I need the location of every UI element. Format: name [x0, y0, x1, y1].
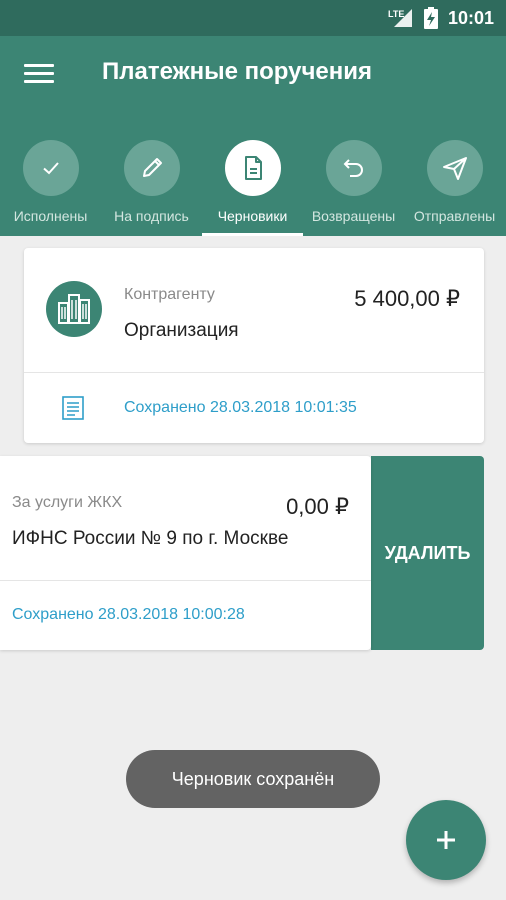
tab-returned[interactable]: Возвращены	[303, 132, 404, 236]
saved-timestamp: Сохранено 28.03.2018 10:01:35	[124, 399, 357, 416]
divider	[0, 580, 371, 581]
draft-card[interactable]: Контрагенту 5 400,00 ₽ Организация Сохра…	[24, 248, 484, 443]
status-bar: LTE 10:01	[0, 0, 506, 36]
app-bar: Платежные поручения Исполнены На подпись…	[0, 36, 506, 236]
battery-charging-icon	[423, 7, 438, 29]
tab-label: Отправлены	[413, 208, 496, 224]
page-title: Платежные поручения	[102, 58, 373, 85]
document-list-icon	[62, 396, 84, 420]
svg-text:LTE: LTE	[388, 9, 404, 19]
recipient-name: Организация	[124, 320, 239, 341]
tab-for-signature[interactable]: На подпись	[101, 132, 202, 236]
tab-label: Возвращены	[311, 208, 396, 224]
tab-executed[interactable]: Исполнены	[0, 132, 101, 236]
plus-icon	[437, 831, 455, 849]
divider	[24, 372, 484, 373]
building-icon	[58, 294, 90, 324]
undo-icon	[343, 159, 363, 177]
check-icon	[42, 162, 59, 175]
tab-drafts[interactable]: Черновики	[202, 132, 303, 236]
payment-amount: 5 400,00 ₽	[354, 286, 460, 311]
pencil-icon	[142, 158, 162, 177]
delete-button[interactable]: УДАЛИТЬ	[371, 456, 484, 650]
send-icon	[442, 157, 467, 180]
payment-purpose: За услуги ЖКХ	[12, 494, 123, 511]
add-button[interactable]	[406, 800, 486, 880]
tab-label: На подпись	[114, 208, 189, 224]
payment-purpose: Контрагенту	[124, 286, 215, 303]
payment-amount: 0,00 ₽	[286, 494, 349, 519]
draft-card[interactable]: За услуги ЖКХ 0,00 ₽ ИФНС России № 9 по …	[0, 456, 371, 650]
delete-label: УДАЛИТЬ	[384, 542, 471, 563]
clock: 10:01	[447, 7, 494, 28]
document-icon	[244, 156, 262, 180]
active-tab-indicator	[202, 233, 303, 236]
menu-icon[interactable]	[24, 64, 54, 88]
tab-bar: Исполнены На подпись Черновики Возвращен…	[0, 132, 506, 236]
tab-label: Черновики	[217, 208, 288, 224]
tab-sent[interactable]: Отправлены	[404, 132, 505, 236]
counterparty-avatar	[46, 281, 102, 337]
recipient-name: ИФНС России № 9 по г. Москве	[12, 528, 289, 549]
saved-timestamp: Сохранено 28.03.2018 10:00:28	[12, 606, 245, 623]
toast-message: Черновик сохранён	[126, 750, 380, 808]
tab-label: Исполнены	[13, 208, 88, 224]
lte-signal-icon: LTE	[388, 9, 412, 27]
